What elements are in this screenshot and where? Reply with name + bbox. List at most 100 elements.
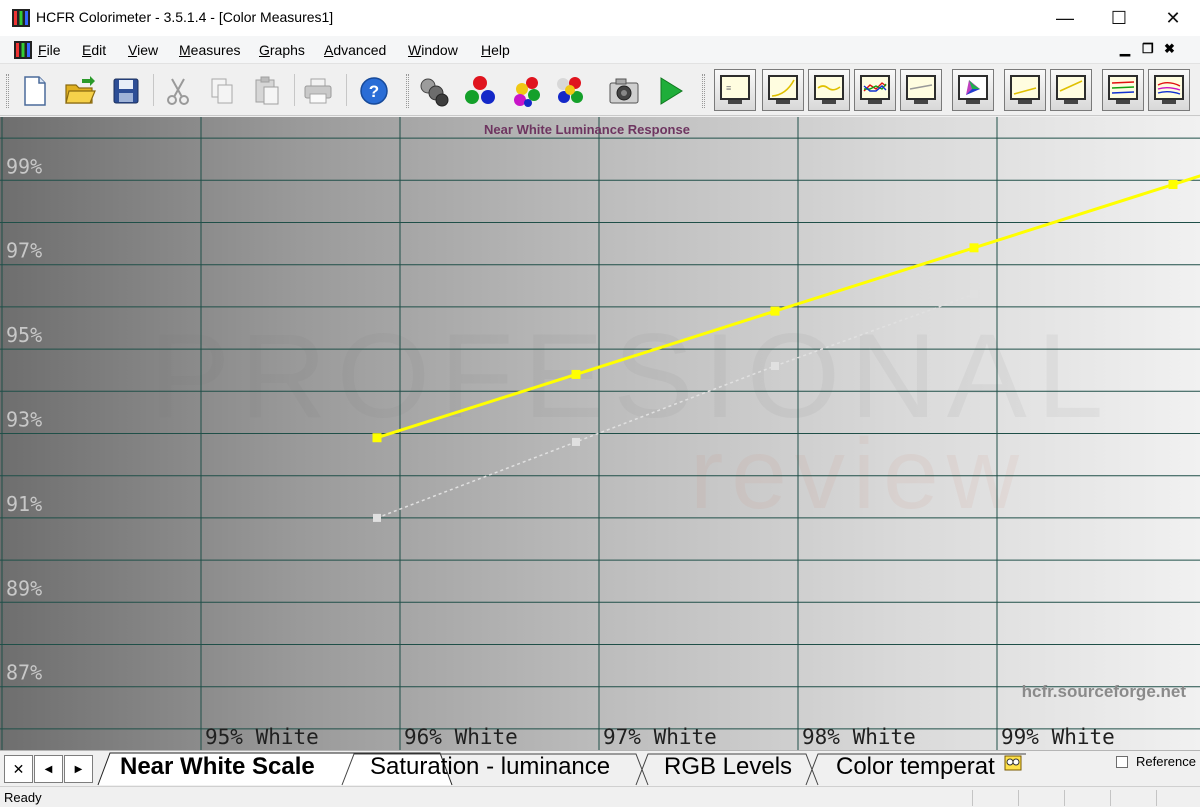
menu-advanced[interactable]: Advanced: [324, 42, 386, 58]
data-point: [1168, 180, 1178, 190]
graph-near-black-button[interactable]: [1004, 69, 1046, 111]
app-icon: [12, 9, 30, 27]
svg-text:?: ?: [369, 82, 379, 101]
y-tick-label: 95%: [6, 323, 42, 347]
menu-file[interactable]: File: [38, 42, 61, 58]
toolbar: ? ≡: [0, 64, 1200, 116]
toolbar-separator: [294, 74, 295, 106]
mdi-minimize-button[interactable]: ▁: [1120, 41, 1130, 57]
status-pane: [1110, 790, 1154, 806]
graph-rgb-button[interactable]: [854, 69, 896, 111]
camera-icon[interactable]: [606, 73, 642, 109]
tab-near-white-scale[interactable]: Near White Scale: [120, 753, 315, 781]
graph-gamma-button[interactable]: [762, 69, 804, 111]
x-category-label: 98% White: [802, 725, 916, 749]
status-pane: [972, 790, 1016, 806]
data-point: [571, 369, 581, 379]
menu-graphs[interactable]: Graphs: [259, 42, 305, 58]
window-title: HCFR Colorimeter - 3.5.1.4 - [Color Meas…: [36, 9, 334, 25]
sensor-icon[interactable]: [416, 73, 452, 109]
title-bar: HCFR Colorimeter - 3.5.1.4 - [Color Meas…: [0, 0, 1200, 36]
data-point: [372, 433, 382, 443]
tab-rgb-levels[interactable]: RGB Levels: [664, 753, 792, 781]
tab-color-temperature[interactable]: Color temperat: [836, 753, 1006, 781]
y-tick-label: 91%: [6, 492, 42, 516]
svg-text:≡: ≡: [726, 83, 731, 93]
x-category-label: 96% White: [404, 725, 518, 749]
open-icon[interactable]: [62, 73, 98, 109]
close-button[interactable]: ✕: [1146, 0, 1200, 36]
maximize-icon: ☐: [1110, 7, 1128, 28]
close-icon: ✕: [12, 760, 25, 777]
near-white-chart: PROFESIONAL review 87% 89% 91% 93% 95% 97% 99%…: [0, 117, 1200, 750]
graph-cie-button[interactable]: ≡: [714, 69, 756, 111]
tab-saturation-luminance[interactable]: Saturation - luminance: [370, 753, 610, 781]
x-category-label: 97% White: [603, 725, 717, 749]
graph-saturation-shift-button[interactable]: [1148, 69, 1190, 111]
mdi-close-button[interactable]: ✖: [1164, 41, 1175, 57]
copy-icon[interactable]: [204, 73, 240, 109]
graph-saturation-button[interactable]: [1102, 69, 1144, 111]
chevron-right-icon: ▶: [74, 763, 83, 775]
minimize-icon: —: [1056, 7, 1074, 28]
data-point: [572, 437, 580, 446]
x-category-label: 99% White: [1001, 725, 1115, 749]
help-icon[interactable]: ?: [356, 73, 392, 109]
data-point: [373, 513, 381, 522]
data-point: [969, 243, 979, 253]
sheet-tab-bar: ✕ ◀ ▶ Near White Scale Saturation - lumi…: [0, 750, 1200, 786]
menu-edit[interactable]: Edit: [82, 42, 106, 58]
y-tick-label: 97%: [6, 239, 42, 263]
credit-text: hcfr.sourceforge.net: [1021, 682, 1186, 701]
play-icon[interactable]: [652, 73, 688, 109]
toolbar-grip[interactable]: [406, 74, 409, 108]
mdi-restore-button[interactable]: ❐: [1142, 41, 1154, 57]
tab-close-button[interactable]: ✕: [4, 755, 33, 783]
tab-prev-button[interactable]: ◀: [34, 755, 63, 783]
status-text: Ready: [4, 790, 42, 805]
status-bar: Ready: [0, 786, 1200, 807]
data-point: [970, 290, 978, 299]
chevron-left-icon: ◀: [44, 763, 53, 775]
y-tick-label: 89%: [6, 576, 42, 600]
multi-color-icon[interactable]: [552, 73, 588, 109]
document-icon[interactable]: [14, 41, 32, 59]
close-icon: ✕: [1165, 7, 1181, 28]
toolbar-grip[interactable]: [6, 74, 9, 108]
minimize-button[interactable]: —: [1038, 0, 1092, 36]
cut-icon[interactable]: [160, 73, 196, 109]
graph-near-white-button[interactable]: [1050, 69, 1092, 111]
toolbar-grip[interactable]: [702, 74, 705, 108]
series-line-reference: [376, 293, 975, 519]
print-icon[interactable]: [300, 73, 336, 109]
y-tick-label: 93%: [6, 408, 42, 432]
toolbar-separator: [153, 74, 154, 106]
series-line-measured: [376, 174, 1200, 440]
menu-measures[interactable]: Measures: [179, 42, 240, 58]
tab-next-button[interactable]: ▶: [64, 755, 93, 783]
data-point: [771, 361, 779, 370]
graph-cie-diagram-button[interactable]: [952, 69, 994, 111]
paste-icon[interactable]: [248, 73, 284, 109]
x-category-label: 95% White: [205, 725, 319, 749]
maximize-button[interactable]: ☐: [1092, 0, 1146, 36]
reference-checkbox[interactable]: [1116, 756, 1128, 768]
chart-plot: 87% 89% 91% 93% 95% 97% 99% 95% White 96% White 9…: [0, 117, 1200, 750]
menu-window[interactable]: Window: [408, 42, 458, 58]
status-pane: [1156, 790, 1200, 806]
toolbar-separator: [346, 74, 347, 106]
menu-view[interactable]: View: [128, 42, 158, 58]
graph-luminance-button[interactable]: [808, 69, 850, 111]
status-pane: [1064, 790, 1108, 806]
rgb-generator-icon[interactable]: [462, 73, 498, 109]
graph-colortemp-button[interactable]: [900, 69, 942, 111]
data-point: [770, 306, 780, 316]
menu-help[interactable]: Help: [481, 42, 510, 58]
new-icon[interactable]: [16, 73, 52, 109]
y-tick-label: 99%: [6, 154, 42, 178]
glasses-icon[interactable]: [1004, 755, 1022, 771]
color-measure-icon[interactable]: [508, 73, 544, 109]
save-icon[interactable]: [108, 73, 144, 109]
status-pane: [1018, 790, 1062, 806]
y-tick-label: 87%: [6, 661, 42, 685]
